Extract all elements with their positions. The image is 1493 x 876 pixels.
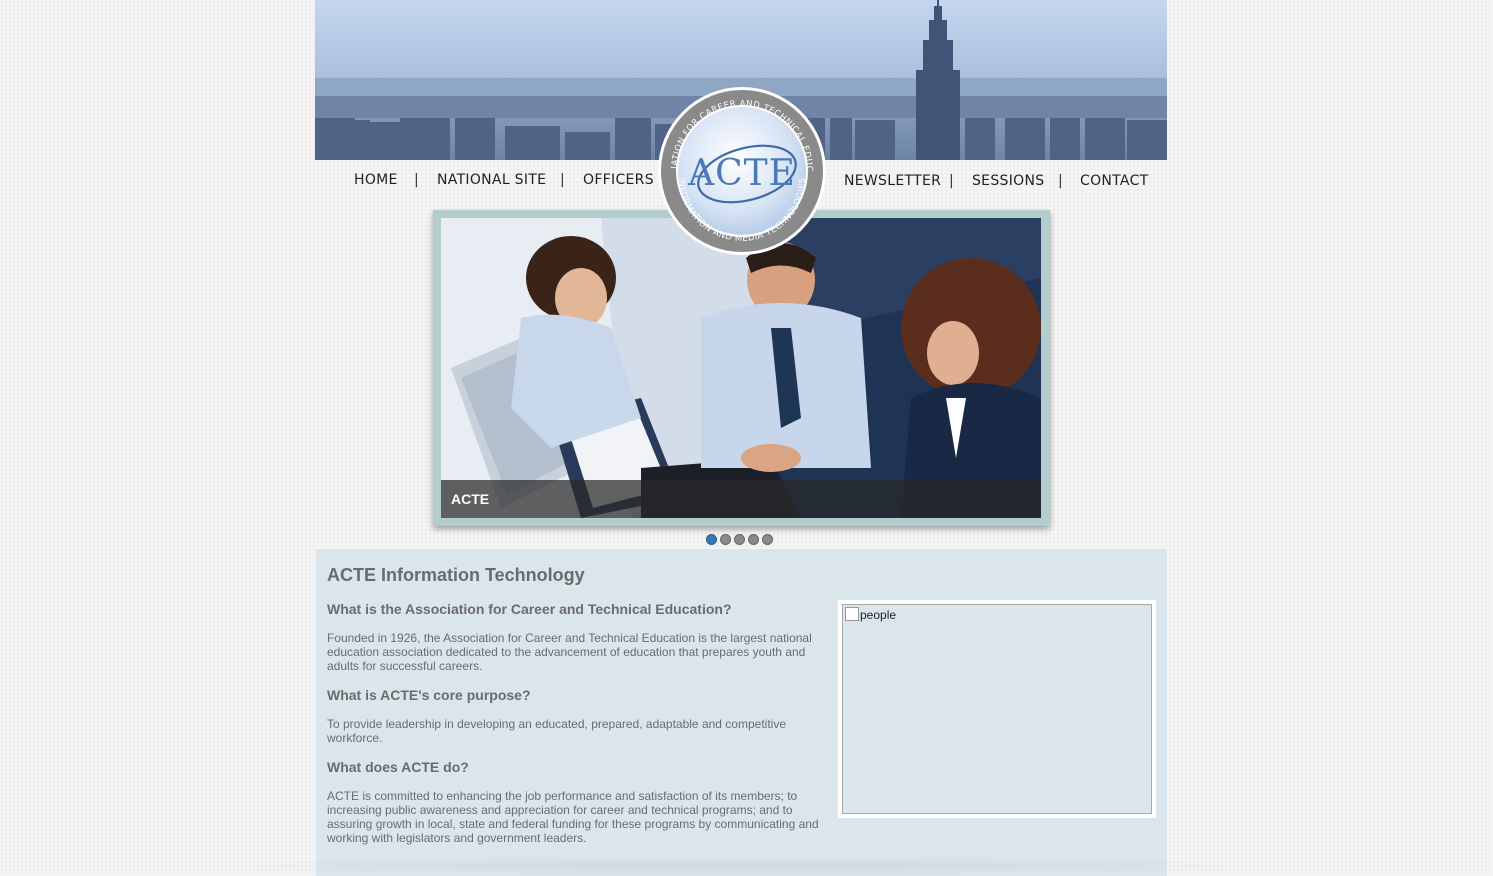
slide-image: ACTE [441,218,1041,518]
slider-dot-4[interactable] [748,534,759,545]
page: HOME | NATIONAL SITE | OFFICERS NEWSLETT… [315,0,1167,876]
nav-sessions[interactable]: SESSIONS [972,173,1044,189]
nav-separator: | [560,172,566,188]
acte-logo[interactable]: ASSOCIATION FOR CAREER AND TECHNICAL EDU… [657,86,827,256]
answer-text-1: Founded in 1926, the Association for Car… [327,631,812,673]
nav-contact[interactable]: CONTACT [1080,173,1149,189]
broken-image-placeholder: people [845,607,896,622]
main-content: ACTE Information Technology What is the … [316,549,1167,876]
question-heading-3: What does ACTE do? [327,759,469,775]
nav-separator: | [949,173,955,189]
question-heading-1: What is the Association for Career and T… [327,601,732,617]
nav-newsletter[interactable]: NEWSLETTER [844,173,941,189]
slider-dot-1[interactable] [706,534,717,545]
slide-caption-text: ACTE [451,491,490,507]
nav-home[interactable]: HOME [354,172,398,188]
answer-text-2: To provide leadership in developing an e… [327,717,786,745]
nav-officers[interactable]: OFFICERS [583,172,654,188]
page-title: ACTE Information Technology [327,565,585,585]
logo-text: ACTE [687,153,796,194]
people-image-frame: people [838,600,1156,818]
answer-text-3: ACTE is committed to enhancing the job p… [327,789,819,845]
nav-separator: | [1058,173,1064,189]
slider-dot-3[interactable] [734,534,745,545]
nav-separator: | [414,172,420,188]
business-people-photo [441,218,1041,518]
question-heading-2: What is ACTE's core purpose? [327,687,531,703]
image-alt-text: people [860,608,897,622]
image-slider[interactable]: ACTE [433,210,1050,526]
slider-dot-5[interactable] [762,534,773,545]
page-shadow [160,856,1320,876]
slide-caption: ACTE [441,480,1041,518]
broken-image-icon [845,607,859,621]
nav-national-site[interactable]: NATIONAL SITE [437,172,546,188]
people-image: people [842,604,1152,814]
slider-dot-2[interactable] [720,534,731,545]
